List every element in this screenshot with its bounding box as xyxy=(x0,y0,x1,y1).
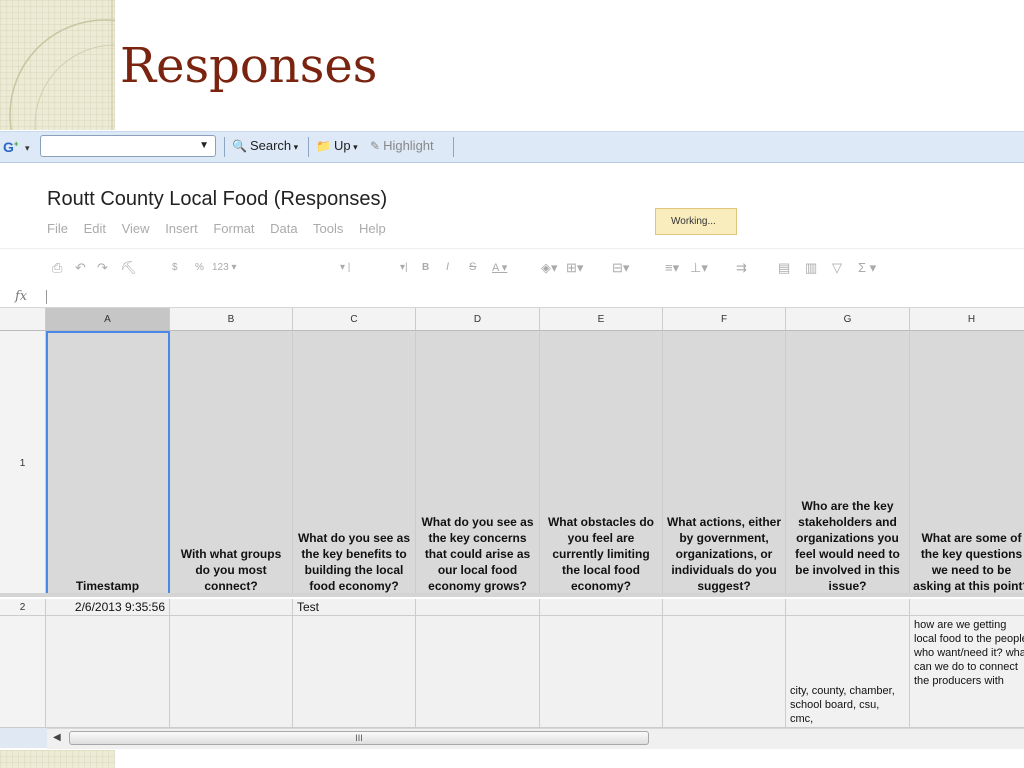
header-cell-stakeholders[interactable]: Who are the key stakeholders and organiz… xyxy=(786,331,910,597)
column-header-a[interactable]: A xyxy=(46,308,170,331)
toolbar-separator xyxy=(308,137,309,157)
cell-b3[interactable] xyxy=(170,616,293,728)
cell-h2[interactable] xyxy=(910,599,1024,616)
font-size-dropdown[interactable]: ▾| xyxy=(400,262,408,273)
comment-icon[interactable]: ▤ xyxy=(778,260,790,276)
header-cell-benefits[interactable]: What do you see as the key benefits to b… xyxy=(293,331,416,597)
column-header-d[interactable]: D xyxy=(416,308,540,331)
fill-color-icon[interactable]: ◈▾ xyxy=(541,260,558,276)
cell-b2[interactable] xyxy=(170,599,293,616)
redo-icon[interactable]: ↷ xyxy=(97,260,108,276)
search-icon: 🔍 xyxy=(232,139,247,153)
undo-icon[interactable]: ↶ xyxy=(75,260,86,276)
strikethrough-button[interactable]: S xyxy=(469,261,476,273)
cell-d2[interactable] xyxy=(416,599,540,616)
document-title[interactable]: Routt County Local Food (Responses) xyxy=(47,188,387,211)
currency-format-button[interactable]: $ xyxy=(172,262,178,273)
spreadsheet-grid: A B C D E F G H 1 Timestamp With what gr… xyxy=(0,308,1024,728)
format-toolbar: ⎙ ↶ ↷ ⛏ $ % 123 ▾ ▾ | ▾| B I S A ▾ ◈▾ ⊞▾… xyxy=(0,248,1024,288)
slide-bottom-decoration xyxy=(0,750,115,768)
cell-e3[interactable] xyxy=(540,616,663,728)
menu-tools[interactable]: Tools xyxy=(313,221,343,236)
cell-c3[interactable] xyxy=(293,616,416,728)
sum-icon[interactable]: Σ ▾ xyxy=(858,260,876,276)
slide-title: Responses xyxy=(120,38,378,94)
cell-d3[interactable] xyxy=(416,616,540,728)
header-cell-questions[interactable]: What are some of the key questions we ne… xyxy=(910,331,1024,597)
merge-icon[interactable]: ⊟▾ xyxy=(612,260,629,276)
chevron-down-icon[interactable]: ▾ xyxy=(25,143,30,154)
formula-bar: fx xyxy=(0,287,1024,308)
scrollbar-corner xyxy=(0,728,47,748)
column-header-b[interactable]: B xyxy=(170,308,293,331)
header-cell-obstacles[interactable]: What obstacles do you feel are currently… xyxy=(540,331,663,597)
cell-g2[interactable] xyxy=(786,599,910,616)
menu-file[interactable]: File xyxy=(47,221,68,236)
row-header-3[interactable] xyxy=(0,616,46,728)
chevron-down-icon[interactable]: ▼ xyxy=(199,140,209,151)
header-cell-timestamp[interactable]: Timestamp xyxy=(46,331,170,597)
toolbar-search-combo[interactable]: ▼ xyxy=(40,135,216,157)
header-cell-concerns[interactable]: What do you see as the key concerns that… xyxy=(416,331,540,597)
font-dropdown[interactable]: ▾ | xyxy=(340,262,350,273)
italic-button[interactable]: I xyxy=(446,261,449,273)
chart-icon[interactable]: ▥ xyxy=(805,260,817,276)
slide-corner-decoration xyxy=(0,0,115,130)
toolbar-separator xyxy=(224,137,225,157)
percent-format-button[interactable]: % xyxy=(195,262,204,273)
header-cell-groups[interactable]: With what groups do you most connect? xyxy=(170,331,293,597)
row-header-2[interactable]: 2 xyxy=(0,599,46,616)
column-header-g[interactable]: G xyxy=(786,308,910,331)
wrap-icon[interactable]: ⇉ xyxy=(736,260,747,276)
number-format-dropdown[interactable]: 123 ▾ xyxy=(212,262,237,273)
menu-view[interactable]: View xyxy=(122,221,150,236)
cell-a2[interactable]: 2/6/2013 9:35:56 xyxy=(46,599,170,616)
cell-c2[interactable]: Test xyxy=(293,599,416,616)
align-icon[interactable]: ≡▾ xyxy=(665,260,679,276)
search-button[interactable]: 🔍 Search ▾ xyxy=(232,138,298,153)
frozen-row-divider[interactable] xyxy=(0,593,1024,597)
column-header-f[interactable]: F xyxy=(663,308,786,331)
menu-edit[interactable]: Edit xyxy=(84,221,106,236)
menu-data[interactable]: Data xyxy=(270,221,297,236)
google-toolbar-icon[interactable]: G+ xyxy=(3,139,19,155)
scrollbar-thumb[interactable]: III xyxy=(69,731,649,745)
column-header-c[interactable]: C xyxy=(293,308,416,331)
cell-f3[interactable] xyxy=(663,616,786,728)
cell-f2[interactable] xyxy=(663,599,786,616)
column-header-h[interactable]: H xyxy=(910,308,1024,331)
menu-bar: File Edit View Insert Format Data Tools … xyxy=(47,221,398,236)
filter-icon[interactable]: ▽ xyxy=(832,260,842,276)
working-status-badge: Working... xyxy=(655,208,737,235)
borders-icon[interactable]: ⊞▾ xyxy=(566,260,583,276)
highlight-button[interactable]: ✎ Highlight xyxy=(370,138,434,153)
menu-insert[interactable]: Insert xyxy=(165,221,198,236)
formula-input[interactable] xyxy=(46,290,47,304)
row-header-1[interactable]: 1 xyxy=(0,331,46,597)
header-cell-actions[interactable]: What actions, either by government, orga… xyxy=(663,331,786,597)
horizontal-scrollbar[interactable]: ◀ III xyxy=(47,728,1024,749)
fx-label: fx xyxy=(15,289,28,304)
cell-a3[interactable] xyxy=(46,616,170,728)
menu-format[interactable]: Format xyxy=(213,221,254,236)
cell-e2[interactable] xyxy=(540,599,663,616)
bold-button[interactable]: B xyxy=(422,262,429,273)
paint-format-icon[interactable]: ⛏ xyxy=(120,260,137,276)
folder-up-icon: 📁 xyxy=(316,139,331,153)
cell-g3[interactable]: city, county, chamber, school board, csu… xyxy=(786,616,910,728)
scroll-left-arrow-icon[interactable]: ◀ xyxy=(53,732,61,743)
cell-h3[interactable]: how are we getting local food to the peo… xyxy=(910,616,1024,728)
valign-icon[interactable]: ⊥▾ xyxy=(690,260,708,276)
menu-help[interactable]: Help xyxy=(359,221,386,236)
up-button[interactable]: 📁 Up ▾ xyxy=(316,138,358,153)
toolbar-separator xyxy=(453,137,454,157)
google-toolbar: G+ ▾ ▼ 🔍 Search ▾ 📁 Up ▾ ✎ Highlight xyxy=(0,131,1024,163)
text-color-button[interactable]: A ▾ xyxy=(492,261,507,274)
print-icon[interactable]: ⎙ xyxy=(52,260,62,276)
column-header-e[interactable]: E xyxy=(540,308,663,331)
select-all-corner[interactable] xyxy=(0,308,46,331)
highlighter-icon: ✎ xyxy=(370,139,381,153)
